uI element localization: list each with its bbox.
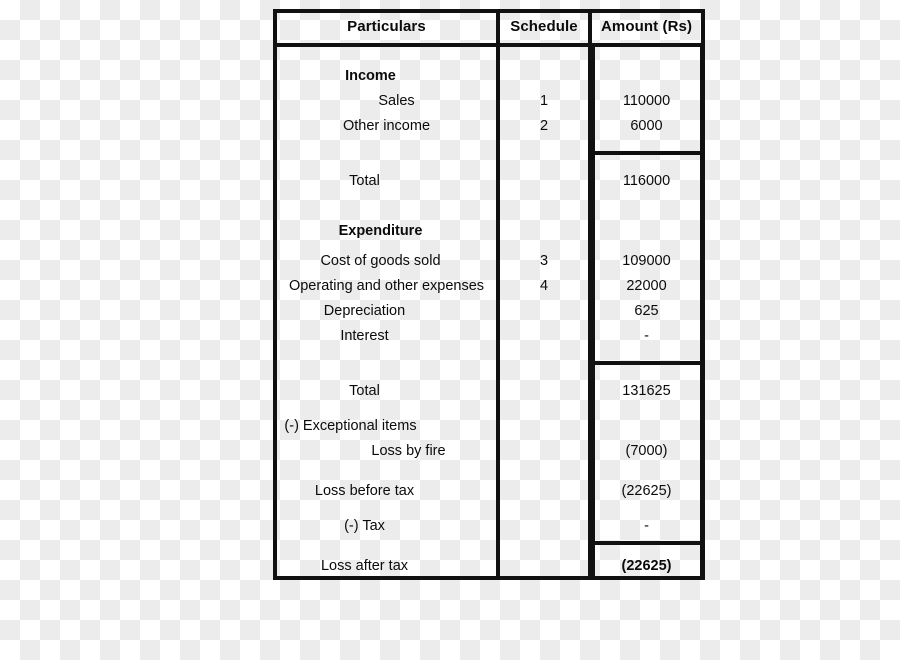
statement-canvas: Particulars Schedule Amount (Rs) Income S… — [0, 0, 900, 660]
row-amount-value: 6000 — [630, 118, 663, 134]
row-label: Other income — [342, 118, 431, 134]
row-label: Sales — [378, 93, 415, 109]
row-amount-value: 131625 — [622, 383, 671, 399]
row-schedule-value: 4 — [539, 278, 549, 294]
row-amount-value: 22000 — [626, 278, 667, 294]
row-amount-value: (22625) — [621, 483, 672, 499]
row-label: Interest — [340, 328, 389, 344]
amount-box-rule-2 — [588, 361, 705, 365]
row-label: (-) Tax — [344, 518, 385, 534]
row-amount-value: - — [644, 518, 649, 534]
row-schedule-value: 2 — [539, 118, 549, 134]
row-label: (-) Exceptional items — [284, 418, 417, 434]
amount-box-rule-1 — [588, 151, 705, 155]
row-label: Loss before tax — [314, 483, 415, 499]
row-amount-value: 625 — [634, 303, 659, 319]
column-header-amount: Amount (Rs) — [600, 18, 693, 35]
row-label: Income — [345, 68, 396, 84]
header-separator-rule — [273, 43, 705, 47]
row-amount-value: 110000 — [622, 93, 671, 109]
row-amount-value: 109000 — [622, 253, 671, 269]
row-label: Total — [349, 173, 380, 189]
row-label: Total — [349, 383, 380, 399]
row-label: Operating and other expenses — [288, 278, 485, 294]
row-amount-value: - — [644, 328, 649, 344]
column-header-particulars: Particulars — [347, 18, 426, 35]
column-header-schedule: Schedule — [510, 18, 578, 35]
row-schedule-value: 1 — [539, 93, 549, 109]
row-label: Loss after tax — [320, 558, 409, 574]
row-amount-value: 116000 — [622, 173, 671, 189]
row-label: Depreciation — [323, 303, 406, 319]
row-amount-value: (7000) — [625, 443, 668, 459]
row-label: Loss by fire — [371, 443, 446, 459]
row-amount-value: (22625) — [621, 558, 672, 574]
row-schedule-value: 3 — [539, 253, 549, 269]
row-label: Cost of goods sold — [320, 253, 441, 269]
row-label: Expenditure — [338, 223, 423, 239]
amount-box-rule-3 — [588, 541, 705, 545]
